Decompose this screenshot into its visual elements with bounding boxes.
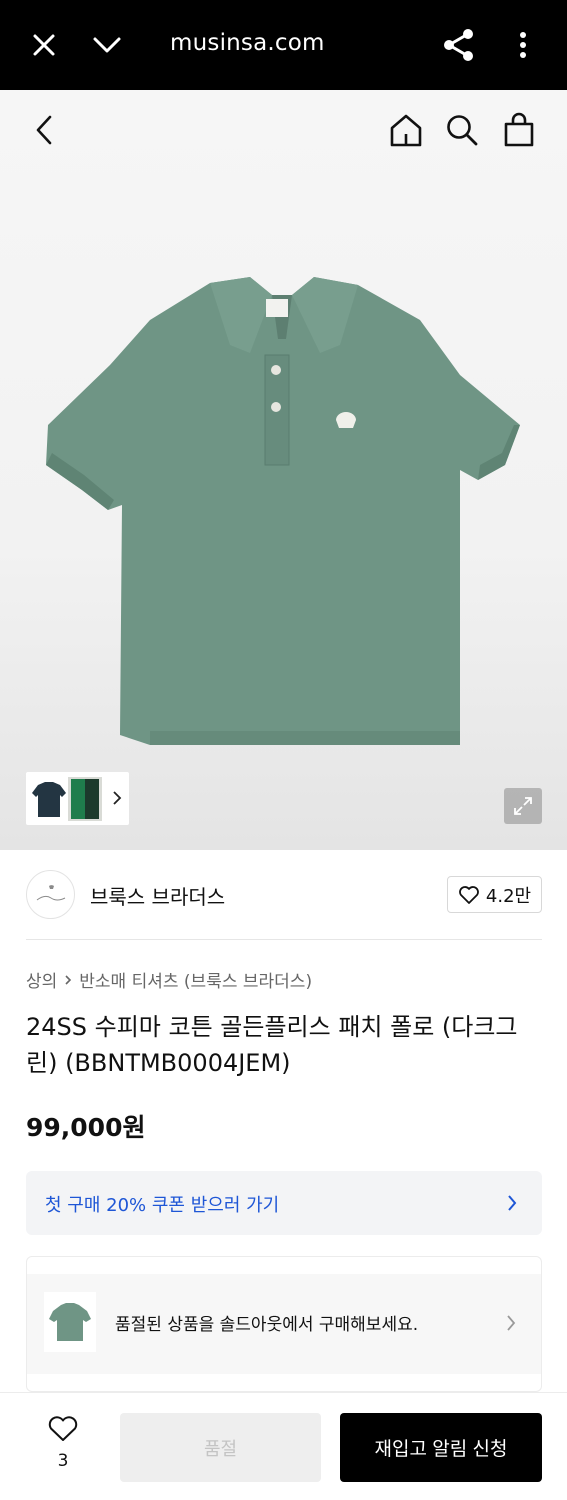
- browser-toolbar: musinsa.com: [0, 0, 567, 90]
- wishlist-button[interactable]: 3: [43, 1415, 83, 1471]
- polo-shirt-image: [46, 277, 520, 745]
- soldout-banner[interactable]: 품절된 상품을 솔드아웃에서 구매해보세요.: [27, 1274, 541, 1374]
- product-title: 24SS 수피마 코튼 골든플리스 패치 폴로 (다크그린) (BBNTMB00…: [26, 1013, 518, 1077]
- chevron-right-icon: [507, 1315, 516, 1331]
- breadcrumb-category[interactable]: 상의: [26, 967, 57, 992]
- thumbnail-strip[interactable]: [26, 772, 129, 825]
- brand-like-button[interactable]: 4.2만: [447, 876, 542, 913]
- restock-alert-button[interactable]: 재입고 알림 신청: [340, 1413, 542, 1482]
- soldout-button: 품절: [120, 1413, 321, 1482]
- chevron-right-icon: [508, 1195, 517, 1211]
- url-text[interactable]: musinsa.com: [170, 30, 325, 56]
- coupon-banner[interactable]: 첫 구매 20% 쿠폰 받으러 가기: [26, 1171, 542, 1235]
- chevron-right-icon: [65, 974, 72, 985]
- thumbnail-1[interactable]: [30, 777, 68, 821]
- bottom-action-bar: 3 품절 재입고 알림 신청: [0, 1392, 567, 1500]
- breadcrumb: 상의 반소매 티셔츠 (브룩스 브라더스): [26, 967, 312, 992]
- heart-icon: [459, 885, 479, 904]
- brand-logo[interactable]: [26, 870, 75, 919]
- product-image-area[interactable]: [0, 90, 567, 850]
- search-icon[interactable]: [442, 110, 482, 150]
- chevron-down-icon[interactable]: [89, 27, 125, 63]
- product-price: 99,000원: [26, 1113, 146, 1142]
- share-icon[interactable]: [441, 27, 477, 63]
- soldout-thumbnail: [44, 1292, 96, 1352]
- thumbnail-2[interactable]: [68, 777, 102, 821]
- expand-image-button[interactable]: [504, 788, 542, 824]
- divider: [26, 939, 542, 940]
- bag-icon[interactable]: [499, 110, 539, 150]
- chevron-right-icon[interactable]: [110, 788, 124, 808]
- wishlist-count: 3: [57, 1451, 69, 1471]
- coupon-text: 첫 구매 20% 쿠폰 받으러 가기: [45, 1195, 280, 1216]
- expand-icon: [514, 797, 532, 815]
- close-icon[interactable]: [26, 27, 62, 63]
- soldout-card: 품절된 상품을 솔드아웃에서 구매해보세요.: [26, 1256, 542, 1392]
- polo-shirt-thumbnail: [49, 1303, 91, 1341]
- brand-name[interactable]: 브룩스 브라더스: [90, 881, 225, 910]
- heart-icon: [48, 1416, 78, 1441]
- brand-like-count: 4.2만: [485, 885, 532, 907]
- breadcrumb-subcategory[interactable]: 반소매 티셔츠 (브룩스 브라더스): [79, 967, 312, 992]
- home-icon[interactable]: [386, 110, 426, 150]
- soldout-text: 품절된 상품을 솔드아웃에서 구매해보세요.: [115, 1315, 419, 1335]
- brand-logo-mark: [36, 884, 65, 900]
- back-icon[interactable]: [24, 110, 64, 150]
- more-vertical-icon[interactable]: [505, 27, 541, 63]
